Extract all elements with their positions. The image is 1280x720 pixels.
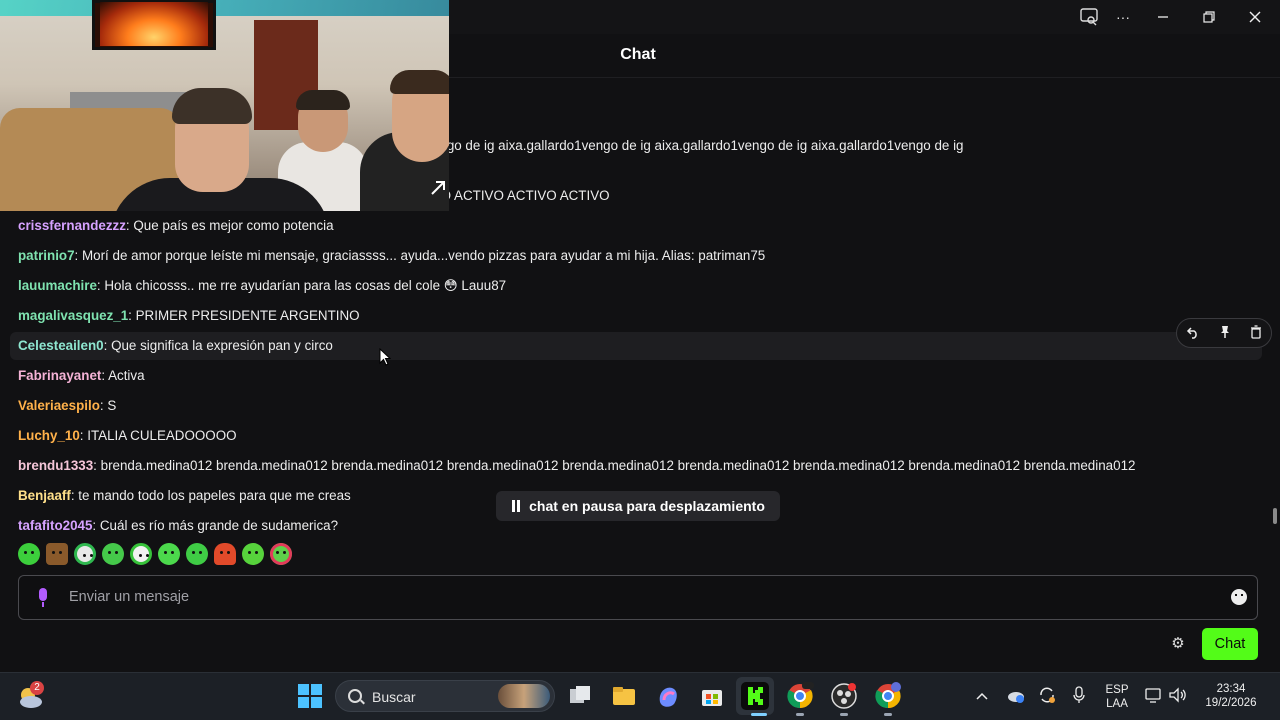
scrollbar-thumb[interactable]	[1273, 508, 1277, 524]
message-text: brenda.medina012 brenda.medina012 brenda…	[100, 458, 1136, 473]
send-chat-button[interactable]: Chat	[1202, 628, 1258, 660]
chrome-icon[interactable]	[786, 682, 814, 710]
message-username[interactable]: Luchy_10	[18, 428, 80, 443]
emote-bar	[18, 543, 292, 569]
message-text: Hola chicosss.. me rre ayudarían para la…	[104, 278, 507, 293]
emote-green-blob-2[interactable]	[102, 543, 124, 565]
mouse-cursor-icon	[379, 348, 391, 366]
emote-green-blob-5[interactable]	[242, 543, 264, 565]
emoji-picker-icon[interactable]	[1231, 589, 1247, 605]
pause-icon	[512, 500, 521, 512]
expand-video-icon[interactable]	[430, 180, 446, 196]
message-username[interactable]: magalivasquez_1	[18, 308, 128, 323]
obs-icon[interactable]	[830, 682, 858, 710]
emote-clown[interactable]	[74, 543, 96, 565]
close-icon[interactable]	[1233, 0, 1277, 34]
chat-message-hovered[interactable]: Celesteailen0: Que significa la expresió…	[10, 332, 1262, 360]
search-label: Buscar	[372, 689, 416, 705]
chrome-profile-icon[interactable]	[874, 682, 902, 710]
message-username[interactable]: Celesteailen0	[18, 338, 104, 353]
microphone-tray-icon[interactable]	[1071, 686, 1087, 704]
minimize-icon[interactable]	[1141, 0, 1185, 34]
message-text: S	[107, 398, 117, 413]
chat-message[interactable]: crissfernandezzz: Que país es mejor como…	[10, 212, 1262, 240]
chat-input[interactable]: Enviar un mensaje	[18, 575, 1258, 620]
message-text: Morí de amor porque leíste mi mensaje, g…	[82, 248, 766, 263]
running-indicator	[884, 713, 892, 716]
clock-time: 23:34	[1216, 683, 1246, 695]
clock-date: 19/2/2026	[1205, 697, 1257, 709]
microphone-icon[interactable]	[37, 588, 49, 608]
emote-green-blob-3[interactable]	[158, 543, 180, 565]
restore-icon[interactable]	[1187, 0, 1231, 34]
delete-icon[interactable]	[1250, 324, 1262, 342]
message-text: Que significa la expresión pan y circo	[111, 338, 333, 353]
stream-video-overlay[interactable]	[0, 0, 449, 211]
message-text: ITALIA CULEADOOOOO	[87, 428, 237, 443]
chat-message[interactable]: Valeriaespilo: S	[10, 392, 1262, 420]
message-text: te mando todo los papeles para que me cr…	[78, 488, 351, 503]
message-username[interactable]: lauumachire	[18, 278, 97, 293]
chevron-up-icon[interactable]	[974, 688, 990, 704]
kick-app-icon[interactable]	[741, 682, 769, 710]
chat-message[interactable]: Fabrinayanet: Activa	[10, 362, 1262, 390]
search-highlight-image	[498, 684, 550, 708]
chat-paused-notice[interactable]: chat en pausa para desplazamiento	[496, 491, 780, 521]
message-text: Que país es mejor como potencia	[133, 218, 334, 233]
keyboard-layout: LAA	[1106, 698, 1128, 710]
onedrive-icon[interactable]	[1005, 686, 1025, 704]
keyboard-language[interactable]: ESP LAA	[1100, 683, 1134, 711]
microsoft-store-icon[interactable]	[698, 682, 726, 710]
running-indicator	[796, 713, 804, 716]
reply-icon[interactable]	[1186, 325, 1200, 342]
file-explorer-icon[interactable]	[610, 682, 638, 710]
message-text: Activa	[108, 368, 145, 383]
message-username[interactable]: crissfernandezzz	[18, 218, 126, 233]
pause-label: chat en pausa para desplazamiento	[529, 498, 765, 514]
running-indicator	[840, 713, 848, 716]
language-code: ESP	[1105, 684, 1129, 696]
active-app-indicator	[751, 713, 767, 716]
chat-message[interactable]: patrinio7: Morí de amor porque leíste mi…	[10, 242, 1262, 270]
clock[interactable]: 23:34 19/2/2026	[1196, 682, 1266, 710]
pin-icon[interactable]	[1219, 325, 1231, 342]
message-username[interactable]: Fabrinayanet	[18, 368, 101, 383]
emote-green-clown[interactable]	[130, 543, 152, 565]
windows-taskbar: 2	[0, 672, 1280, 720]
search-icon	[348, 689, 362, 703]
chat-message[interactable]: brendu1333: brenda.medina012 brenda.medi…	[10, 452, 1262, 480]
windows-start-icon[interactable]	[296, 682, 324, 710]
taskbar-search[interactable]: Buscar	[335, 680, 555, 712]
chat-input-placeholder: Enviar un mensaje	[69, 589, 190, 605]
sync-icon[interactable]	[1037, 686, 1057, 704]
weather-badge: 2	[30, 681, 44, 695]
emote-green-blob-1[interactable]	[18, 543, 40, 565]
network-icon[interactable]	[1144, 686, 1164, 704]
emote-green-blob-4[interactable]	[186, 543, 208, 565]
gear-icon[interactable]: ⚙	[1170, 636, 1186, 652]
emote-heart-eyes[interactable]	[270, 543, 292, 565]
volume-icon[interactable]	[1168, 686, 1188, 704]
message-text: Cuál es río más grande de sudamerica?	[99, 518, 339, 533]
message-username[interactable]: Benjaaff	[18, 488, 71, 503]
emote-brown[interactable]	[46, 543, 68, 565]
chat-message[interactable]: lauumachire: Hola chicosss.. me rre ayud…	[10, 272, 1262, 300]
more-icon[interactable]: ···	[1101, 0, 1145, 34]
message-username[interactable]: Valeriaespilo	[18, 398, 100, 413]
message-username[interactable]: brendu1333	[18, 458, 93, 473]
message-username[interactable]: patrinio7	[18, 248, 75, 263]
weather-icon[interactable]: 2	[16, 681, 44, 711]
chat-message[interactable]: magalivasquez_1: PRIMER PRESIDENTE ARGEN…	[10, 302, 1262, 330]
task-view-icon[interactable]	[566, 682, 594, 710]
emote-mushroom[interactable]	[214, 543, 236, 565]
copilot-icon[interactable]	[654, 682, 682, 710]
message-username[interactable]: tafafito2045	[18, 518, 92, 533]
message-tools	[1176, 318, 1272, 348]
chat-message[interactable]: Luchy_10: ITALIA CULEADOOOOO	[10, 422, 1262, 450]
message-text: PRIMER PRESIDENTE ARGENTINO	[135, 308, 360, 323]
